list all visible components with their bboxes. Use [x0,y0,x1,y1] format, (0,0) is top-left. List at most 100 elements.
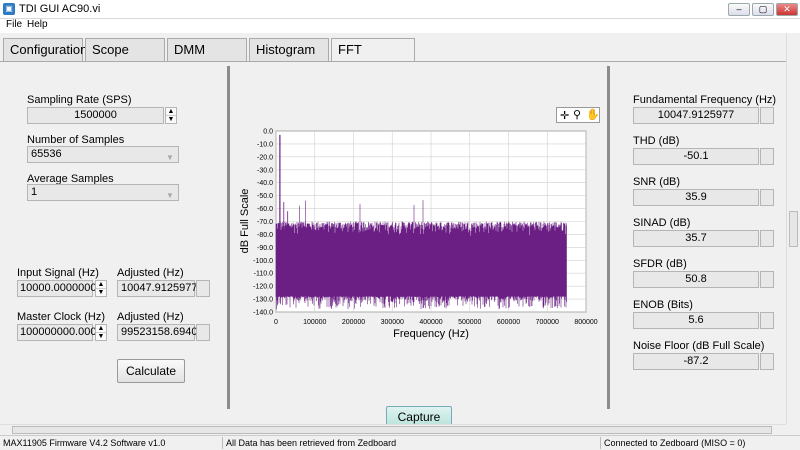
metric-value: 35.7 [633,230,759,247]
y-tick-label: 0.0 [263,129,273,136]
metric-indicator [760,107,774,124]
metric-value: 5.6 [633,312,759,329]
y-tick-label: -120.0 [253,284,273,291]
metric-indicator [760,271,774,288]
metric-indicator [760,312,774,329]
y-tick-label: -130.0 [253,297,273,304]
metric-label: Noise Floor (dB Full Scale) [633,340,765,352]
metric-label: Fundamental Frequency (Hz) [633,94,777,106]
y-tick-labels: 0.0 -10.0 -20.0 -30.0 -40.0 -50.0 -60.0 -70.0 -8… [253,129,273,317]
metric-indicator [760,189,774,206]
tab-dmm[interactable]: DMM [167,38,247,61]
num-samples-value: 65536 [31,148,62,160]
sampling-rate-input[interactable]: 1500000 [27,107,164,124]
y-axis-label: dB Full Scale [239,189,251,254]
horizontal-scroll-thumb[interactable] [12,426,772,434]
input-signal-stepper[interactable]: ▲ ▼ [95,280,107,297]
chevron-down-icon: ▼ [166,191,174,200]
x-tick-label: 800000 [574,319,597,326]
avg-samples-value: 1 [31,186,38,198]
x-tick-label: 100000 [303,319,326,326]
x-tick-label: 300000 [381,319,404,326]
num-samples-label: Number of Samples [27,134,125,146]
x-tick-label: 500000 [458,319,481,326]
y-tick-label: -50.0 [257,193,273,200]
maximize-button[interactable]: ▢ [752,3,774,16]
metric-value: -87.2 [633,353,759,370]
y-tick-label: -80.0 [257,232,273,239]
metric-value: 10047.9125977 [633,107,759,124]
calculate-button[interactable]: Calculate [117,359,185,383]
y-tick-label: -10.0 [257,141,273,148]
app-icon: ▣ [3,3,15,15]
status-divider [222,437,223,449]
status-bar: MAX11905 Firmware V4.2 Software v1.0 All… [0,435,800,450]
y-tick-label: -30.0 [257,167,273,174]
tab-scope[interactable]: Scope [85,38,165,61]
x-tick-label: 700000 [536,319,559,326]
separator-right [607,66,610,409]
separator-left [227,66,230,409]
metric-indicator [760,230,774,247]
metric-label: ENOB (Bits) [633,299,693,311]
tab-fft[interactable]: FFT [331,38,415,62]
x-tick-labels: 0 100000 200000 300000 400000 500000 600000 700… [274,319,598,326]
y-tick-label: -70.0 [257,219,273,226]
status-divider [600,437,601,449]
chevron-down-icon: ▼ [166,153,174,162]
input-adjusted-indicator [196,280,210,297]
crosshair-icon[interactable]: ✛ [560,109,569,122]
metric-label: SFDR (dB) [633,258,687,270]
metric-value: 50.8 [633,271,759,288]
y-tick-label: -40.0 [257,180,273,187]
num-samples-select[interactable]: 65536 ▼ [27,146,179,163]
zoom-icon[interactable]: ⚲ [573,108,581,121]
input-adjusted-value: 10047.9125977 [117,280,197,297]
sampling-rate-label: Sampling Rate (SPS) [27,94,132,106]
y-tick-label: -90.0 [257,245,273,252]
tab-configuration[interactable]: Configuration [3,38,87,61]
y-tick-label: -20.0 [257,154,273,161]
master-clock-label: Master Clock (Hz) [17,311,106,323]
x-tick-label: 600000 [497,319,520,326]
tab-panel-border [0,61,786,62]
close-button[interactable]: ✕ [776,3,798,16]
x-tick-label: 0 [274,319,278,326]
metric-value: 35.9 [633,189,759,206]
menu-file[interactable]: File [6,19,22,30]
status-connection: Connected to Zedboard (MISO = 0) [604,438,746,448]
fft-chart[interactable]: 0.0 -10.0 -20.0 -30.0 -40.0 -50.0 -60.0 -70.0 -8… [232,124,602,344]
status-message: All Data has been retrieved from Zedboar… [226,438,397,448]
y-tick-label: -110.0 [254,271,273,278]
y-tick-label: -60.0 [257,206,273,213]
graph-palette: ✛ ⚲ ✋ [556,107,600,123]
metric-value: -50.1 [633,148,759,165]
vertical-scrollbar[interactable] [786,33,800,424]
x-tick-label: 400000 [419,319,442,326]
horizontal-scrollbar[interactable] [0,424,786,435]
avg-samples-select[interactable]: 1 ▼ [27,184,179,201]
clock-adjusted-value: 99523158.6940 [117,324,197,341]
tab-histogram[interactable]: Histogram [249,38,329,61]
tab-bar: Configuration Scope DMM Histogram FFT [0,38,800,62]
status-firmware: MAX11905 Firmware V4.2 Software v1.0 [3,438,166,448]
metric-label: THD (dB) [633,135,680,147]
metric-indicator [760,353,774,370]
x-tick-label: 200000 [342,319,365,326]
x-axis-label: Frequency (Hz) [393,328,469,340]
master-clock-stepper[interactable]: ▲ ▼ [95,324,107,341]
y-tick-label: -100.0 [253,258,273,265]
menu-help[interactable]: Help [27,19,48,30]
metric-label: SINAD (dB) [633,217,691,229]
minimize-button[interactable]: ‒ [728,3,750,16]
sampling-rate-stepper[interactable]: ▲ ▼ [165,107,177,124]
pan-icon[interactable]: ✋ [586,108,600,121]
input-adjusted-label: Adjusted (Hz) [117,267,184,279]
vertical-scroll-thumb[interactable] [789,211,798,247]
clock-adjusted-label: Adjusted (Hz) [117,311,184,323]
y-tick-label: -140.0 [253,310,273,317]
input-signal-input[interactable]: 10000.0000000 [17,280,96,297]
master-clock-input[interactable]: 100000000.000 [17,324,96,341]
window-title: TDI GUI AC90.vi [19,3,101,15]
clock-adjusted-indicator [196,324,210,341]
